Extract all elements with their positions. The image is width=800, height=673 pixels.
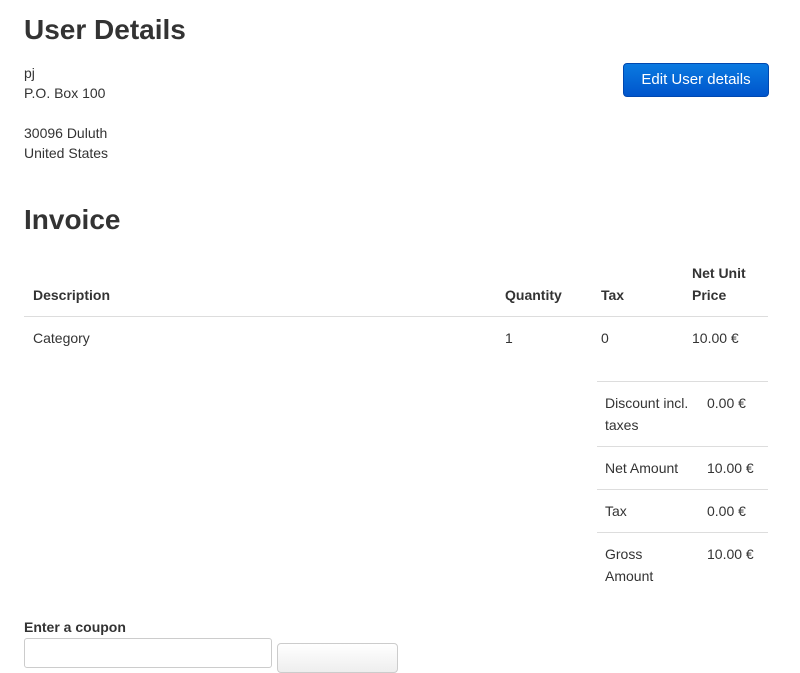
totals-row-tax: Tax 0.00 € bbox=[597, 489, 768, 533]
row-quantity: 1 bbox=[505, 330, 513, 346]
column-header-net-unit-price: Net Unit Price bbox=[683, 262, 768, 317]
table-row: Category 1 0 10.00 € bbox=[24, 317, 768, 360]
column-header-description: Description bbox=[24, 262, 496, 317]
discount-value: 0.00 € bbox=[699, 381, 768, 447]
user-name: pj bbox=[24, 65, 35, 81]
invoice-totals: Discount incl. taxes 0.00 € Net Amount 1… bbox=[597, 381, 768, 597]
tax-label: Tax bbox=[597, 489, 699, 533]
net-amount-label: Net Amount bbox=[597, 446, 699, 490]
apply-coupon-button[interactable] bbox=[277, 643, 398, 673]
column-header-quantity: Quantity bbox=[496, 262, 592, 317]
address-line1: P.O. Box 100 bbox=[24, 85, 106, 101]
address-country: United States bbox=[24, 145, 109, 161]
net-unit-price-header-line1: Net Unit bbox=[692, 265, 746, 281]
gross-amount-value: 10.00 € bbox=[699, 532, 768, 597]
address-city: 30096 Duluth bbox=[24, 125, 108, 141]
column-header-tax: Tax bbox=[592, 262, 683, 317]
totals-row-gross-amount: Gross Amount 10.00 € bbox=[597, 532, 768, 597]
invoice-header-row: Description Quantity Tax Net Unit Price bbox=[24, 262, 768, 317]
coupon-input[interactable] bbox=[24, 638, 272, 668]
invoice-title: Invoice bbox=[24, 204, 121, 235]
row-description: Category bbox=[33, 330, 90, 346]
tax-value: 0.00 € bbox=[699, 489, 768, 533]
net-amount-value: 10.00 € bbox=[699, 446, 768, 490]
user-address: pj P.O. Box 100 30096 Duluth United Stat… bbox=[24, 63, 108, 163]
user-details-title: User Details bbox=[24, 14, 186, 45]
gross-amount-label: Gross Amount bbox=[597, 532, 699, 597]
net-unit-price-header-line2: Price bbox=[692, 287, 727, 303]
discount-label: Discount incl. taxes bbox=[597, 381, 699, 447]
row-tax: 0 bbox=[601, 330, 609, 346]
address-spacer bbox=[24, 103, 108, 123]
invoice-table: Description Quantity Tax Net Unit Price … bbox=[24, 262, 768, 359]
row-net-unit-price: 10.00 € bbox=[692, 330, 739, 346]
edit-user-details-button[interactable]: Edit User details bbox=[623, 63, 769, 97]
totals-row-discount: Discount incl. taxes 0.00 € bbox=[597, 381, 768, 447]
totals-row-net-amount: Net Amount 10.00 € bbox=[597, 446, 768, 490]
coupon-label: Enter a coupon bbox=[24, 619, 126, 635]
